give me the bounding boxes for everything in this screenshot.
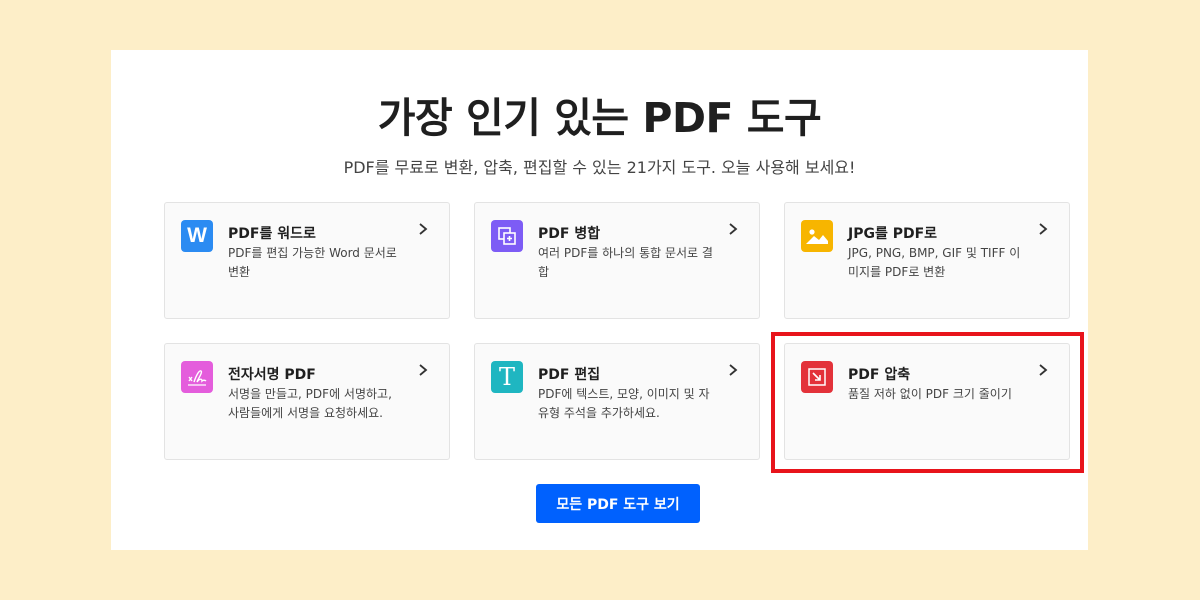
tool-card-pdf-to-word[interactable]: W PDF를 워드로 PDF를 편집 가능한 Word 문서로 변환 bbox=[164, 202, 450, 319]
text-edit-icon: T bbox=[491, 361, 523, 393]
chevron-right-icon bbox=[729, 364, 738, 376]
tool-name: PDF를 워드로 bbox=[228, 226, 316, 242]
image-icon bbox=[801, 220, 833, 252]
tool-description: 품질 저하 없이 PDF 크기 줄이기 bbox=[848, 387, 1012, 401]
tools-panel: 가장 인기 있는 PDF 도구 PDF를 무료로 변환, 압축, 편집할 수 있… bbox=[111, 50, 1088, 550]
word-icon: W bbox=[181, 220, 213, 252]
tool-name: PDF 병합 bbox=[538, 226, 601, 242]
chevron-right-icon bbox=[419, 364, 428, 376]
tool-description: JPG, PNG, BMP, GIF 및 TIFF 이미지를 PDF로 변환 bbox=[848, 246, 1021, 279]
tool-name: JPG를 PDF로 bbox=[848, 226, 938, 242]
tool-card-esign-pdf[interactable]: 전자서명 PDF 서명을 만들고, PDF에 서명하고, 사람들에게 서명을 요… bbox=[164, 343, 450, 460]
tool-description: 여러 PDF를 하나의 통합 문서로 결합 bbox=[538, 246, 713, 279]
tool-card-compress-pdf[interactable]: PDF 압축 품질 저하 없이 PDF 크기 줄이기 bbox=[784, 343, 1070, 460]
merge-icon bbox=[491, 220, 523, 252]
chevron-right-icon bbox=[1039, 364, 1048, 376]
page-title: 가장 인기 있는 PDF 도구 bbox=[377, 94, 822, 142]
chevron-right-icon bbox=[1039, 223, 1048, 235]
chevron-right-icon bbox=[729, 223, 738, 235]
word-icon-glyph: W bbox=[187, 224, 207, 247]
tool-description: 서명을 만들고, PDF에 서명하고, 사람들에게 서명을 요청하세요. bbox=[228, 387, 392, 420]
view-all-tools-button[interactable]: 모든 PDF 도구 보기 bbox=[536, 484, 700, 523]
chevron-right-icon bbox=[419, 223, 428, 235]
tool-name: PDF 압축 bbox=[848, 367, 911, 383]
text-edit-icon-glyph: T bbox=[498, 363, 515, 391]
tool-name: 전자서명 PDF bbox=[228, 367, 316, 383]
tool-card-edit-pdf[interactable]: T PDF 편집 PDF에 텍스트, 모양, 이미지 및 자유형 주석을 추가하… bbox=[474, 343, 760, 460]
tool-description: PDF에 텍스트, 모양, 이미지 및 자유형 주석을 추가하세요. bbox=[538, 387, 710, 420]
tool-description: PDF를 편집 가능한 Word 문서로 변환 bbox=[228, 246, 397, 279]
signature-icon bbox=[181, 361, 213, 393]
tool-card-jpg-to-pdf[interactable]: JPG를 PDF로 JPG, PNG, BMP, GIF 및 TIFF 이미지를… bbox=[784, 202, 1070, 319]
page-subtitle: PDF를 무료로 변환, 압축, 편집할 수 있는 21가지 도구. 오늘 사용… bbox=[343, 158, 856, 177]
tool-name: PDF 편집 bbox=[538, 367, 601, 383]
tool-card-merge-pdf[interactable]: PDF 병합 여러 PDF를 하나의 통합 문서로 결합 bbox=[474, 202, 760, 319]
compress-icon bbox=[801, 361, 833, 393]
